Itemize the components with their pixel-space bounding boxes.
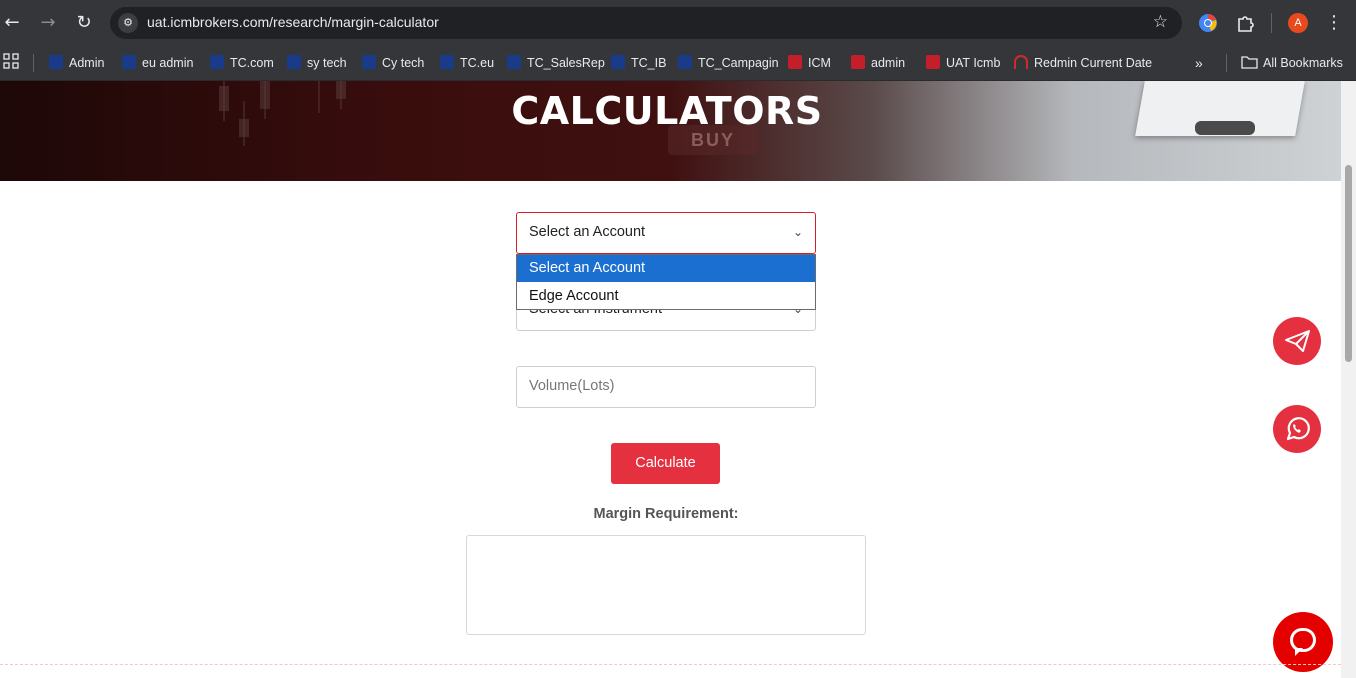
tc-icon (678, 55, 692, 69)
telegram-icon (1285, 330, 1310, 352)
back-icon[interactable]: ← (0, 11, 24, 35)
page-scrollbar[interactable] (1341, 81, 1356, 678)
icm-icon (926, 55, 940, 69)
extensions-puzzle-icon[interactable] (1234, 12, 1256, 34)
bookmarks-divider (1226, 54, 1227, 72)
bookmark-icm[interactable]: ICM (788, 53, 831, 73)
whatsapp-button[interactable] (1273, 405, 1321, 453)
folder-icon (1241, 56, 1258, 69)
bookmark-tc-com[interactable]: TC.com (210, 53, 274, 73)
account-option-edge-account[interactable]: Edge Account (517, 283, 815, 310)
telegram-button[interactable] (1273, 317, 1321, 365)
bookmark-admin[interactable]: Admin (49, 53, 104, 73)
scrollbar-thumb[interactable] (1345, 165, 1352, 362)
account-option-select-an-account[interactable]: Select an Account (517, 255, 815, 282)
margin-requirement-label: Margin Requirement: (593, 506, 739, 522)
icm-icon (788, 55, 802, 69)
hero-banner: BUY CALCULATORS (0, 81, 1341, 181)
toolbar-divider (1271, 13, 1272, 33)
tc-icon (210, 55, 224, 69)
tc-icon (611, 55, 625, 69)
tc-icon (507, 55, 521, 69)
tc-icon (49, 55, 63, 69)
chevron-down-icon: ⌄ (792, 225, 803, 239)
bookmark-eu-admin[interactable]: eu admin (122, 53, 193, 73)
tc-icon (440, 55, 454, 69)
bookmark-uat-icmb[interactable]: UAT Icmb (926, 53, 1000, 73)
section-divider (0, 664, 1341, 666)
bookmarks-divider (33, 54, 34, 72)
tc-icon (362, 55, 376, 69)
bookmark-cy-tech[interactable]: Cy tech (362, 53, 424, 73)
bookmark-sy-tech[interactable]: sy tech (287, 53, 347, 73)
account-dropdown-list: Select an Account Edge Account (516, 254, 816, 310)
all-bookmarks-button[interactable]: All Bookmarks (1241, 53, 1343, 73)
reload-icon[interactable]: ↻ (72, 11, 96, 35)
icm-icon (851, 55, 865, 69)
bookmarks-bar: Admin eu admin TC.com sy tech Cy tech TC… (0, 46, 1356, 81)
browser-menu-icon[interactable]: ⋮ (1322, 11, 1346, 35)
volume-input[interactable]: Volume(Lots) (516, 366, 816, 408)
apps-grid-icon[interactable] (3, 53, 19, 69)
volume-placeholder: Volume(Lots) (529, 378, 615, 394)
margin-result-box (466, 535, 866, 635)
page-title: CALCULATORS (511, 89, 823, 133)
bookmark-admin-icm[interactable]: admin (851, 53, 905, 73)
redmine-icon (1014, 55, 1028, 69)
bookmark-redmin-current-date[interactable]: Redmin Current Date (1014, 53, 1152, 73)
bookmarks-overflow-icon[interactable]: » (1195, 53, 1203, 73)
account-select[interactable]: Select an Account ⌄ (516, 212, 816, 254)
bookmark-star-icon[interactable]: ☆ (1153, 12, 1168, 32)
whatsapp-icon (1286, 417, 1310, 441)
bookmark-tc-eu[interactable]: TC.eu (440, 53, 494, 73)
tc-icon (287, 55, 301, 69)
profile-avatar[interactable]: A (1288, 13, 1308, 33)
chat-bubble-icon (1290, 628, 1316, 652)
site-info-icon[interactable]: ⚙ (118, 13, 138, 33)
browser-extension-icon[interactable] (1197, 12, 1219, 34)
browser-toolbar: ← → ↻ ⚙ uat.icmbrokers.com/research/marg… (0, 0, 1356, 46)
live-chat-button[interactable] (1273, 612, 1333, 672)
address-bar[interactable]: ⚙ uat.icmbrokers.com/research/margin-cal… (110, 7, 1182, 39)
account-select-value: Select an Account (529, 224, 646, 240)
bookmark-tc-salesrep[interactable]: TC_SalesRep (507, 53, 605, 73)
tc-icon (122, 55, 136, 69)
url-text[interactable]: uat.icmbrokers.com/research/margin-calcu… (147, 14, 439, 30)
bookmark-tc-ib[interactable]: TC_IB (611, 53, 666, 73)
forward-icon[interactable]: → (36, 11, 60, 35)
bookmark-tc-campagin[interactable]: TC_Campagin (678, 53, 779, 73)
calculate-button[interactable]: Calculate (611, 443, 720, 484)
